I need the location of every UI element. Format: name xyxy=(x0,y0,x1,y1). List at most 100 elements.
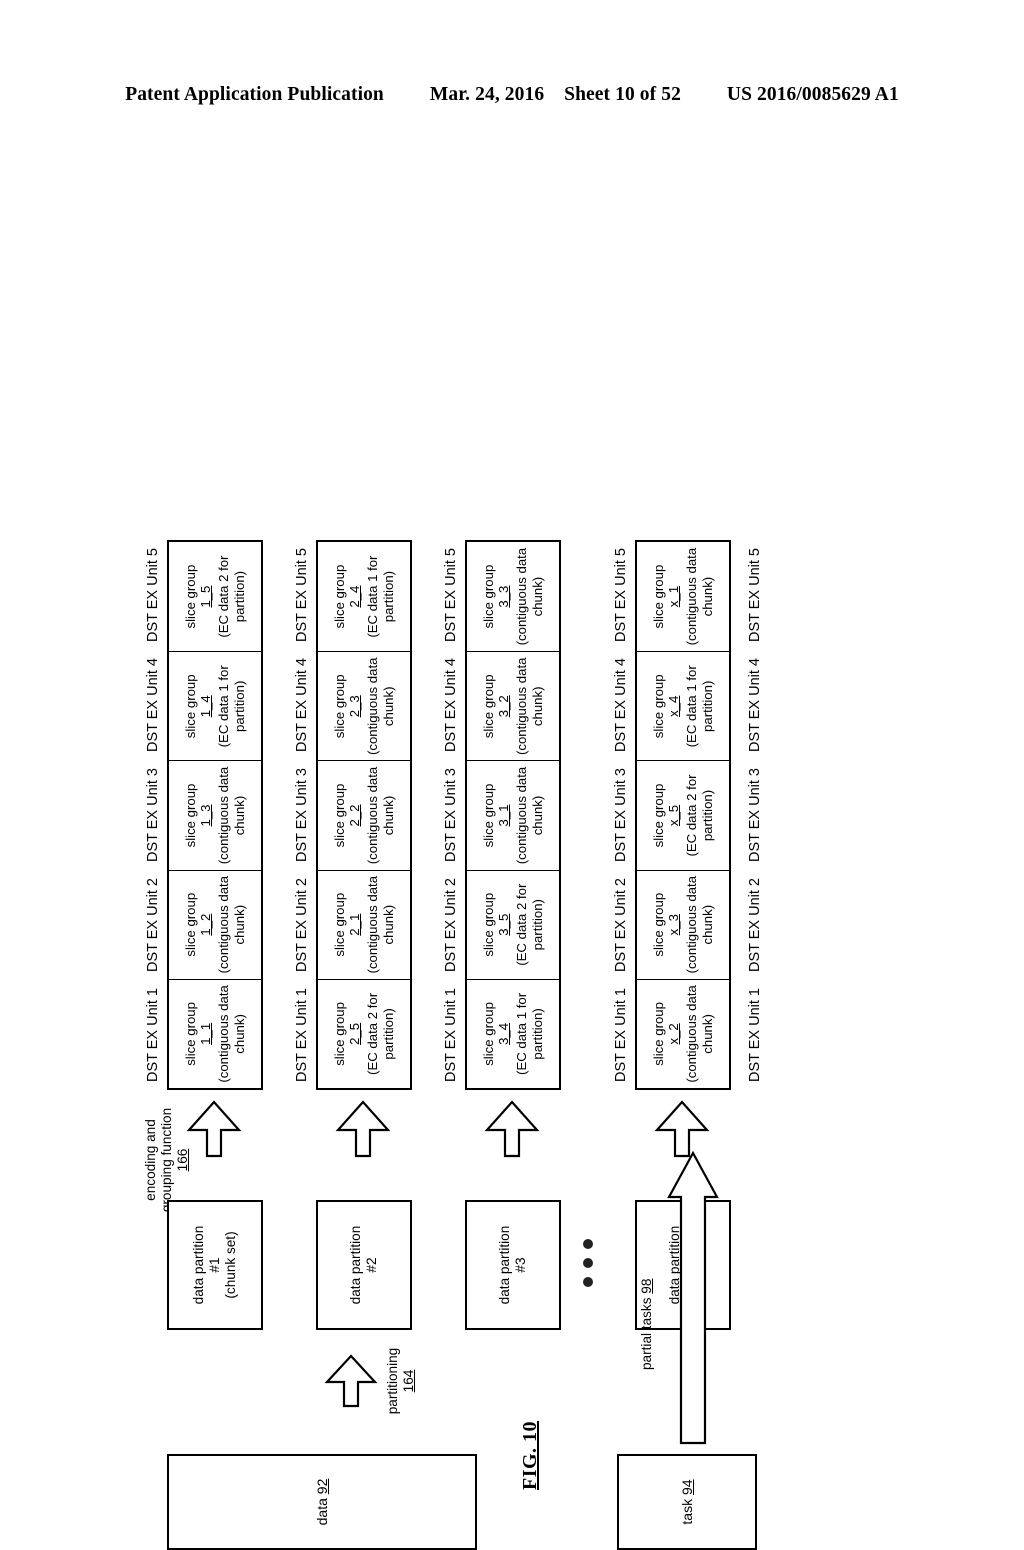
slice-group-id: 2_2 xyxy=(347,804,363,827)
partial-tasks-ref: 98 xyxy=(639,1278,654,1294)
slice-group-note: (contiguous data chunk) xyxy=(514,547,545,646)
slice-group-note: (contiguous data chunk) xyxy=(216,985,247,1083)
slice-group-cell: slice group x_1 (contiguous data chunk) xyxy=(637,542,729,651)
slice-group-note: (EC data 2 for partition) xyxy=(514,883,545,966)
slice-group-note: (EC data 1 for partition) xyxy=(365,555,396,638)
unit-header: DST EX Unit 3 xyxy=(747,767,763,863)
unit-header: DST EX Unit 2 xyxy=(145,877,161,973)
slice-group-id: 3_3 xyxy=(496,585,512,608)
slice-group-cell: slice group 3_1 (contiguous data chunk) xyxy=(467,760,559,870)
slice-group-id: 1_2 xyxy=(198,913,214,936)
task-box-label: task xyxy=(679,1498,695,1525)
slice-group-caption: slice group xyxy=(331,564,347,629)
unit-header-row-3: DST EX Unit 1 DST EX Unit 2 DST EX Unit … xyxy=(443,540,459,1090)
data-partition-box: data partition #2 xyxy=(316,1200,412,1330)
unit-header: DST EX Unit 2 xyxy=(443,877,459,973)
slice-group-id: x_2 xyxy=(666,1023,682,1045)
slice-group-id: x_3 xyxy=(666,914,682,936)
unit-header: DST EX Unit 1 xyxy=(747,987,763,1083)
unit-header: DST EX Unit 5 xyxy=(613,547,629,643)
slice-group-cell: slice group 2_3 (contiguous data chunk) xyxy=(318,651,410,761)
unit-header: DST EX Unit 4 xyxy=(294,657,310,753)
partial-tasks-text: partial tasks xyxy=(639,1297,654,1370)
figure-label: FIG. 10 xyxy=(519,1420,541,1490)
unit-header: DST EX Unit 4 xyxy=(443,657,459,753)
partition-title: data partition xyxy=(190,1225,206,1305)
slice-group-id: 1_3 xyxy=(198,804,214,827)
slice-group-cell: slice group 2_4 (EC data 1 for partition… xyxy=(318,542,410,651)
slice-group-note: (contiguous data chunk) xyxy=(514,657,545,756)
slice-group-note: (EC data 1 for partition) xyxy=(514,992,545,1075)
encoding-line-1: encoding and xyxy=(143,1119,158,1201)
slice-group-note: (contiguous data chunk) xyxy=(684,547,715,646)
slice-group-id: 1_5 xyxy=(198,585,214,608)
slice-group-id: 3_1 xyxy=(496,804,512,827)
ellipsis-icon xyxy=(583,1239,593,1287)
unit-header: DST EX Unit 3 xyxy=(145,767,161,863)
unit-header: DST EX Unit 3 xyxy=(613,767,629,863)
unit-header: DST EX Unit 5 xyxy=(145,547,161,643)
partitioning-text: partitioning xyxy=(385,1347,400,1415)
slice-group-id: 3_5 xyxy=(496,913,512,936)
slice-group-note: (contiguous data chunk) xyxy=(365,657,396,756)
slice-group-id: 1_4 xyxy=(198,695,214,718)
unit-header-row-5: DST EX Unit 1 DST EX Unit 2 DST EX Unit … xyxy=(747,540,763,1090)
data-box: data 92 xyxy=(167,1454,477,1550)
slice-group-cell: slice group 2_5 (EC data 2 for partition… xyxy=(318,978,410,1088)
slice-group-id: 2_3 xyxy=(347,695,363,718)
slice-group-cell: slice group 1_5 (EC data 2 for partition… xyxy=(169,542,261,651)
partition-title: data partition xyxy=(347,1225,363,1305)
slice-group-id: 1_1 xyxy=(198,1022,214,1045)
slice-group-id: 3_2 xyxy=(496,695,512,718)
slice-group-note: (contiguous data chunk) xyxy=(216,875,247,974)
encoding-arrow-icon xyxy=(332,1098,394,1160)
data-partition-box: data partition #1 (chunk set) xyxy=(167,1200,263,1330)
unit-header: DST EX Unit 2 xyxy=(294,877,310,973)
slice-group-caption: slice group xyxy=(650,564,666,629)
slice-group-note: (contiguous data chunk) xyxy=(514,766,545,865)
slice-group-cell: slice group 2_1 (contiguous data chunk) xyxy=(318,869,410,979)
slice-group-cell: slice group 1_4 (EC data 1 for partition… xyxy=(169,651,261,761)
slice-group-note: (EC data 1 for partition) xyxy=(216,665,247,748)
slice-group-cell: slice group 3_4 (EC data 1 for partition… xyxy=(467,978,559,1088)
unit-header: DST EX Unit 4 xyxy=(613,657,629,753)
data-box-ref: 92 xyxy=(314,1478,330,1495)
slice-group-cell: slice group x_4 (EC data 1 for partition… xyxy=(637,651,729,761)
slice-group-caption: slice group xyxy=(480,892,496,957)
slice-group-caption: slice group xyxy=(480,1002,496,1066)
slice-group-cell: slice group x_2 (contiguous data chunk) xyxy=(637,978,729,1088)
slice-group-cell: slice group 2_2 (contiguous data chunk) xyxy=(318,760,410,870)
slice-group-caption: slice group xyxy=(331,892,347,957)
slice-group-note: (EC data 2 for partition) xyxy=(684,774,715,857)
unit-header: DST EX Unit 2 xyxy=(613,877,629,973)
unit-header: DST EX Unit 3 xyxy=(294,767,310,863)
encoding-arrow-icon xyxy=(481,1098,543,1160)
slice-group-id: x_5 xyxy=(666,804,682,827)
unit-header: DST EX Unit 5 xyxy=(294,547,310,643)
slice-group-id: 2_5 xyxy=(347,1022,363,1045)
slice-group-row: slice group 1_1 (contiguous data chunk) … xyxy=(167,540,263,1090)
unit-header: DST EX Unit 5 xyxy=(747,547,763,643)
slice-group-caption: slice group xyxy=(650,783,666,848)
data-partition-box: data partition #3 xyxy=(465,1200,561,1330)
slice-group-caption: slice group xyxy=(182,674,198,739)
slice-group-caption: slice group xyxy=(331,1002,347,1066)
slice-group-cell: slice group 3_3 (contiguous data chunk) xyxy=(467,542,559,651)
slice-group-caption: slice group xyxy=(182,1002,198,1066)
slice-group-caption: slice group xyxy=(650,674,666,739)
slice-group-caption: slice group xyxy=(480,674,496,739)
slice-group-note: (contiguous data chunk) xyxy=(684,875,715,974)
slice-group-row: slice group x_2 (contiguous data chunk) … xyxy=(635,540,731,1090)
slice-group-id: 3_4 xyxy=(496,1022,512,1045)
slice-group-row: slice group 2_5 (EC data 2 for partition… xyxy=(316,540,412,1090)
slice-group-note: (contiguous data chunk) xyxy=(216,766,247,865)
slice-group-caption: slice group xyxy=(182,564,198,629)
slice-group-cell: slice group x_5 (EC data 2 for partition… xyxy=(637,760,729,870)
unit-header: DST EX Unit 4 xyxy=(145,657,161,753)
unit-header-row-4: DST EX Unit 1 DST EX Unit 2 DST EX Unit … xyxy=(613,540,629,1090)
slice-group-id: x_4 xyxy=(666,695,682,717)
slice-group-note: (contiguous data chunk) xyxy=(365,766,396,865)
slice-group-caption: slice group xyxy=(331,783,347,848)
partition-note: (chunk set) xyxy=(223,1231,239,1299)
unit-header: DST EX Unit 1 xyxy=(613,987,629,1083)
